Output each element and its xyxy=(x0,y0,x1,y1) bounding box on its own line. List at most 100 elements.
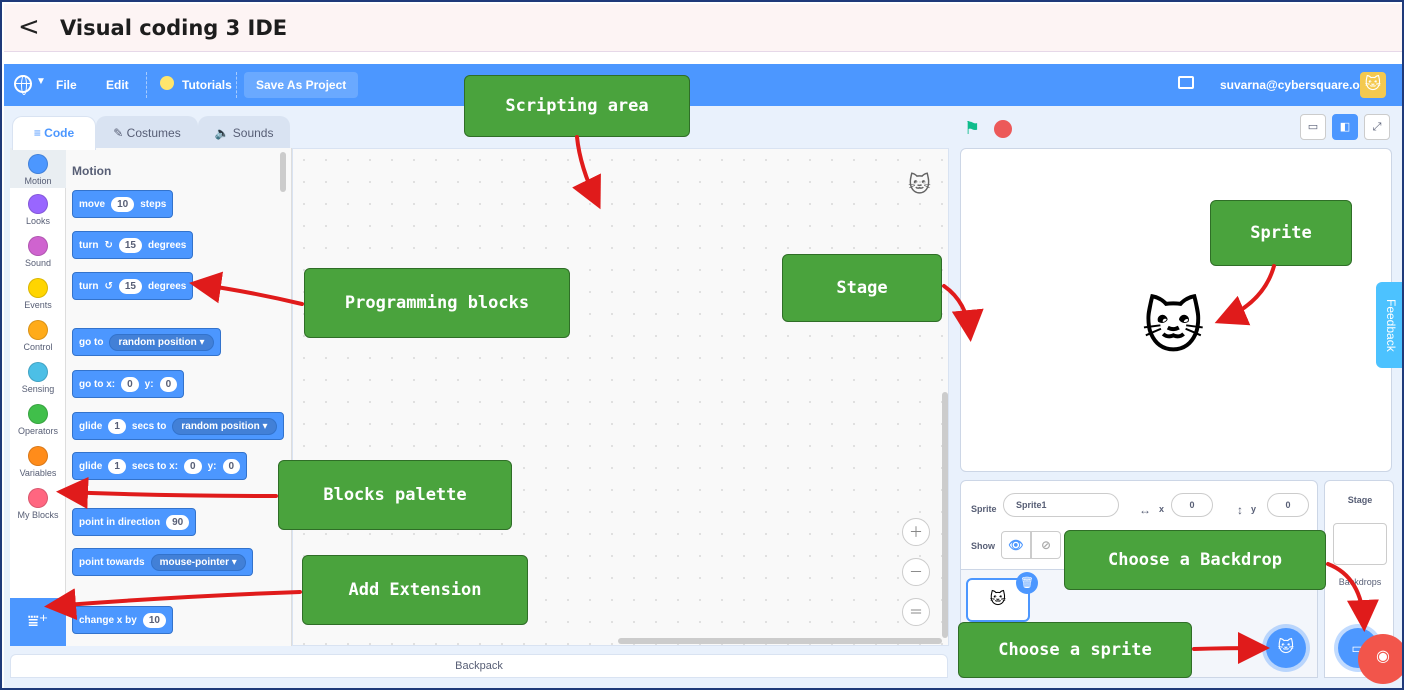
block-go-to[interactable]: go to random position ▾ xyxy=(72,328,221,356)
x-input[interactable]: 0 xyxy=(1171,493,1213,517)
sprite-name-input[interactable]: Sprite1 xyxy=(1003,493,1119,517)
avatar[interactable]: 🐱 xyxy=(1360,72,1386,98)
save-as-project-button[interactable]: Save As Project xyxy=(244,72,359,98)
zoom-out-icon[interactable]: － xyxy=(902,558,930,586)
block-input[interactable]: 0 xyxy=(222,458,241,474)
block-input[interactable]: 10 xyxy=(142,612,166,628)
sprite-cat-icon[interactable]: 🐱 xyxy=(1142,292,1205,362)
block-input[interactable]: 0 xyxy=(159,376,178,392)
stage-panel-title: Stage xyxy=(1347,495,1373,505)
category-dot-icon xyxy=(28,446,48,466)
tab-sounds[interactable]: 🔈 Sounds xyxy=(198,116,290,148)
folder-icon[interactable] xyxy=(1178,76,1194,89)
user-email[interactable]: suvarna@cybersquare.org xyxy=(1220,78,1372,92)
category-motion[interactable]: Motion xyxy=(10,148,66,188)
speaker-icon: 🔈 xyxy=(214,126,233,140)
trash-icon[interactable]: 🗑 xyxy=(1016,572,1038,594)
chevron-down-icon[interactable]: ▼ xyxy=(36,76,46,87)
tab-costumes[interactable]: ✎ Costumes xyxy=(96,116,198,148)
y-input[interactable]: 0 xyxy=(1267,493,1309,517)
block-input[interactable]: 1 xyxy=(108,418,126,434)
block-input[interactable]: 15 xyxy=(118,237,142,253)
normal-stage-icon[interactable]: ◧ xyxy=(1332,114,1358,140)
block-turn-left[interactable]: turn ↺ 15 degrees xyxy=(72,272,194,300)
chevron-left-icon[interactable]: < xyxy=(18,12,40,42)
block-text: glide xyxy=(79,460,103,472)
small-stage-icon[interactable]: ▭ xyxy=(1300,114,1326,140)
page-title: Visual coding 3 IDE xyxy=(60,16,288,40)
tab-code[interactable]: ≡ Code xyxy=(12,116,96,150)
block-input[interactable]: 10 xyxy=(111,196,135,212)
category-my-blocks[interactable]: My Blocks xyxy=(10,488,66,520)
block-point-towards[interactable]: point towards mouse-pointer ▾ xyxy=(72,548,253,576)
category-label: My Blocks xyxy=(17,510,59,520)
block-input[interactable]: 0 xyxy=(184,458,202,474)
category-label: Sensing xyxy=(21,384,55,394)
category-events[interactable]: Events xyxy=(10,278,66,310)
block-text: point in direction xyxy=(79,516,161,528)
menu-edit[interactable]: Edit xyxy=(106,78,129,92)
zoom-in-icon[interactable]: ＋ xyxy=(902,518,930,546)
backpack[interactable]: Backpack xyxy=(10,654,948,678)
category-dot-icon xyxy=(28,488,48,508)
block-point-in-direction[interactable]: point in direction 90 xyxy=(72,508,197,536)
block-dropdown[interactable]: random position ▾ xyxy=(109,333,214,351)
hide-eye-icon[interactable]: ⊘ xyxy=(1031,531,1061,559)
block-text: secs to x: xyxy=(131,460,179,472)
stage-thumbnail[interactable] xyxy=(1333,523,1387,565)
feedback-tab[interactable]: Feedback xyxy=(1376,282,1402,368)
category-menu: Motion Looks Sound Events Control Sensin… xyxy=(10,148,66,598)
help-chat-button[interactable]: ◉ xyxy=(1358,634,1402,684)
green-flag-icon[interactable]: ⚑ xyxy=(964,118,980,139)
script-horizontal-scrollbar[interactable] xyxy=(618,638,942,644)
category-control[interactable]: Control xyxy=(10,320,66,352)
category-label: Events xyxy=(24,300,52,310)
category-label: Sound xyxy=(24,258,52,268)
category-dot-icon xyxy=(28,236,48,256)
choose-sprite-button[interactable]: 🐱 xyxy=(1266,628,1306,668)
block-glide-xy[interactable]: glide 1 secs to x: 0 y: 0 xyxy=(72,452,248,480)
menu-file[interactable]: File xyxy=(56,78,77,92)
block-go-to-xy[interactable]: go to x: 0 y: 0 xyxy=(72,370,185,398)
menu-divider xyxy=(236,72,237,98)
script-vertical-scrollbar[interactable] xyxy=(942,392,948,638)
block-glide[interactable]: glide 1 secs to random position ▾ xyxy=(72,412,284,440)
category-dot-icon xyxy=(28,362,48,382)
category-label: Motion xyxy=(24,176,52,186)
fullscreen-icon[interactable]: ⤢ xyxy=(1364,114,1390,140)
block-change-x[interactable]: change x by 10 xyxy=(72,606,173,634)
palette-scrollbar[interactable] xyxy=(280,152,286,192)
globe-icon[interactable] xyxy=(14,75,32,95)
category-sound[interactable]: Sound xyxy=(10,236,66,268)
zoom-reset-icon[interactable]: ＝ xyxy=(902,598,930,626)
category-dot-icon xyxy=(28,154,48,174)
category-label: Looks xyxy=(25,216,51,226)
stop-icon[interactable] xyxy=(994,120,1012,138)
block-input[interactable]: 0 xyxy=(121,376,139,392)
block-input[interactable]: 1 xyxy=(108,458,126,474)
y-arrows-icon: ↕ xyxy=(1237,503,1243,517)
block-text: turn xyxy=(79,239,99,251)
add-extension-button[interactable]: ⩸⁺ xyxy=(10,598,66,646)
block-dropdown[interactable]: mouse-pointer ▾ xyxy=(150,553,246,571)
category-variables[interactable]: Variables xyxy=(10,446,66,478)
block-dropdown[interactable]: random position ▾ xyxy=(172,417,277,435)
cat-sprite-icon: 🐱 xyxy=(908,172,931,197)
category-label: Control xyxy=(23,342,53,352)
x-label: x xyxy=(1159,504,1165,514)
category-sensing[interactable]: Sensing xyxy=(10,362,66,394)
block-text: secs to xyxy=(131,420,167,432)
lightbulb-icon xyxy=(160,76,174,90)
block-input[interactable]: 15 xyxy=(118,278,142,294)
block-text: y: xyxy=(144,378,154,390)
block-move-steps[interactable]: move 10 steps xyxy=(72,190,174,218)
show-eye-icon[interactable]: 👁 xyxy=(1001,531,1031,559)
category-operators[interactable]: Operators xyxy=(10,404,66,436)
menu-tutorials[interactable]: Tutorials xyxy=(182,78,232,92)
block-turn-right[interactable]: turn ↻ 15 degrees xyxy=(72,231,194,259)
block-input[interactable]: 90 xyxy=(166,514,190,530)
block-text: point towards xyxy=(79,556,145,568)
callout-add-extension: Add Extension xyxy=(302,555,528,625)
block-text: go to x: xyxy=(79,378,116,390)
category-looks[interactable]: Looks xyxy=(10,194,66,226)
